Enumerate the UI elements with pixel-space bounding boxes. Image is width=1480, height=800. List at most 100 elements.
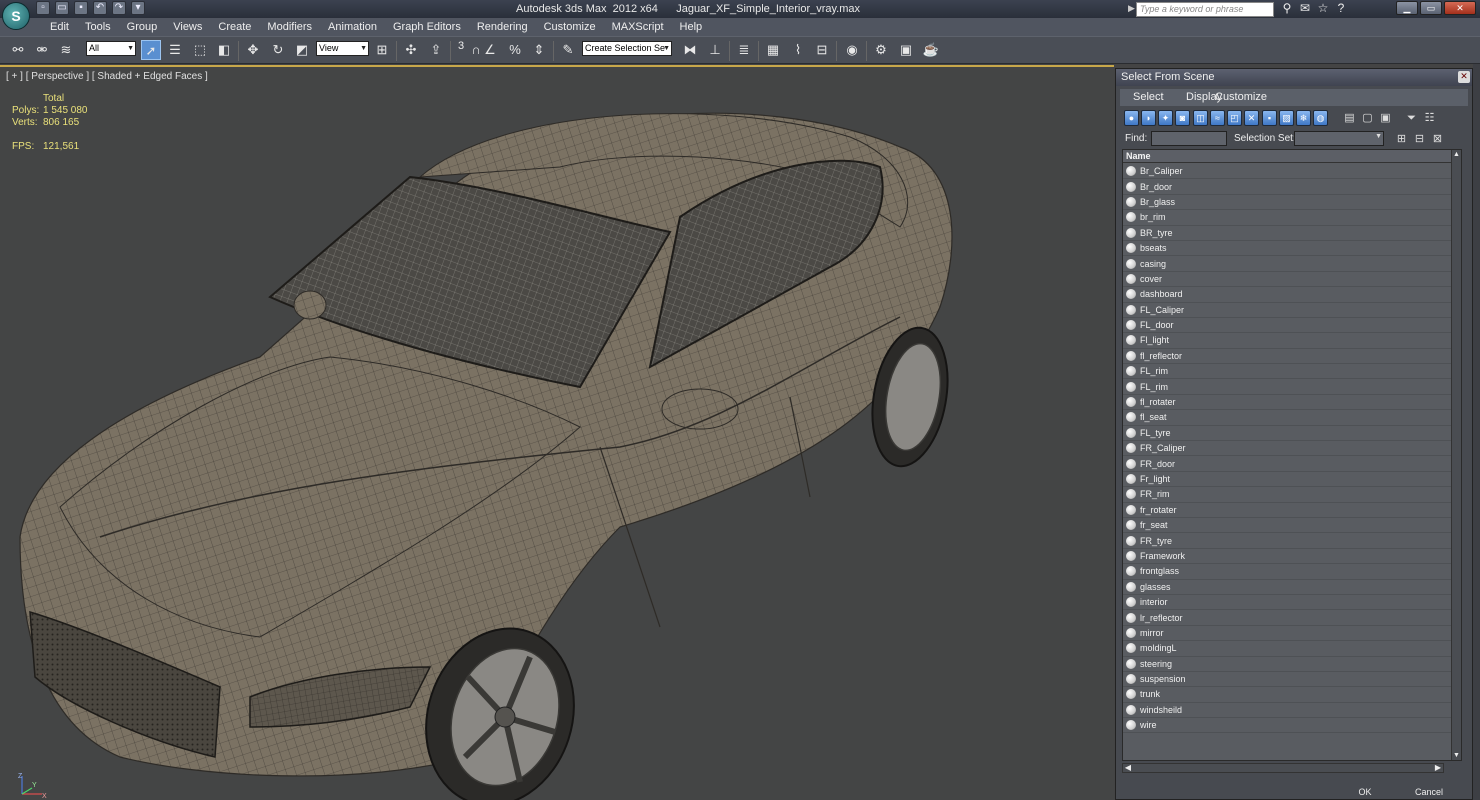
- perspective-viewport[interactable]: [ + ] [ Perspective ] [ Shaded + Edged F…: [0, 65, 1114, 800]
- list-item[interactable]: FL_Caliper: [1123, 303, 1452, 318]
- help-icon[interactable]: ?: [1334, 1, 1348, 16]
- list-item[interactable]: Framework: [1123, 549, 1452, 565]
- vertical-scrollbar[interactable]: ▲ ▼: [1451, 150, 1461, 760]
- list-item[interactable]: frontglass: [1123, 564, 1452, 580]
- list-item[interactable]: wire: [1123, 718, 1452, 734]
- list-item[interactable]: FR_rim: [1123, 487, 1452, 503]
- minimize-icon[interactable]: ▁: [1396, 1, 1418, 15]
- list-item[interactable]: fl_rotater: [1123, 395, 1452, 411]
- find-input[interactable]: [1151, 131, 1227, 146]
- binoculars-icon[interactable]: ⚲: [1280, 1, 1294, 16]
- list-item[interactable]: bseats: [1123, 241, 1452, 257]
- dialog-menu-select[interactable]: Select: [1133, 91, 1164, 103]
- list-item[interactable]: Br_door: [1123, 179, 1452, 195]
- select-manipulate-icon[interactable]: ✣: [401, 40, 421, 60]
- spinner-snap-icon[interactable]: ⇕: [529, 40, 549, 60]
- list-item[interactable]: Br_Caliper: [1123, 164, 1452, 180]
- curve-editor-icon[interactable]: ⌇: [788, 40, 808, 60]
- close-icon[interactable]: ✕: [1444, 1, 1476, 15]
- save-icon[interactable]: ▪: [74, 1, 88, 15]
- scroll-down-icon[interactable]: ▼: [1452, 751, 1461, 760]
- menu-modifiers[interactable]: Modifiers: [259, 21, 320, 33]
- selection-set-dropdown[interactable]: [1294, 131, 1384, 146]
- list-item[interactable]: FL_door: [1123, 318, 1452, 334]
- list-item[interactable]: FL_tyre: [1123, 426, 1452, 442]
- render-setup-icon[interactable]: ⚙: [871, 40, 891, 60]
- filter-cameras-icon[interactable]: ◙: [1175, 110, 1190, 126]
- filter-spacewarps-icon[interactable]: ≈: [1210, 110, 1225, 126]
- graphite-tools-icon[interactable]: ▦: [763, 40, 783, 60]
- display-invert-icon[interactable]: ▣: [1378, 110, 1393, 126]
- dialog-menu-customize[interactable]: Customize: [1215, 91, 1267, 103]
- list-item[interactable]: steering: [1123, 657, 1452, 672]
- select-dependents-icon[interactable]: ⊟: [1412, 131, 1427, 147]
- project-folder-icon[interactable]: ▾: [131, 1, 145, 15]
- reference-coordinate-dropdown[interactable]: View: [316, 41, 369, 56]
- percent-snap-icon[interactable]: %: [505, 40, 525, 60]
- layer-manager-icon[interactable]: ≣: [734, 40, 754, 60]
- rendered-frame-window-icon[interactable]: ▣: [896, 40, 916, 60]
- select-all-icon[interactable]: ⊞: [1394, 131, 1409, 147]
- filter-helpers-icon[interactable]: ◫: [1193, 110, 1208, 126]
- list-item[interactable]: dashboard: [1123, 287, 1452, 303]
- open-icon[interactable]: ▭: [55, 1, 69, 15]
- ok-button[interactable]: OK: [1340, 785, 1390, 799]
- list-item[interactable]: FL_rim: [1123, 379, 1452, 395]
- car-wireframe-model[interactable]: [0, 67, 1114, 800]
- cancel-button[interactable]: Cancel: [1404, 785, 1454, 799]
- menu-edit[interactable]: Edit: [42, 21, 77, 33]
- rotate-icon[interactable]: ↻: [268, 40, 288, 60]
- filter-shapes-icon[interactable]: ◗: [1141, 110, 1156, 126]
- search-expand-icon[interactable]: ▶: [1128, 3, 1135, 14]
- list-item[interactable]: suspension: [1123, 672, 1452, 688]
- list-item[interactable]: fr_seat: [1123, 518, 1452, 534]
- rectangular-selection-icon[interactable]: ⬚: [190, 40, 210, 60]
- selection-filter-dropdown[interactable]: All: [86, 41, 136, 56]
- filter-frozen-icon[interactable]: ❄: [1296, 110, 1311, 126]
- communication-center-icon[interactable]: ✉: [1298, 1, 1312, 16]
- list-item[interactable]: Br_glass: [1123, 195, 1452, 211]
- mirror-icon[interactable]: ⧓: [680, 40, 700, 60]
- select-and-link-icon[interactable]: ⚯: [8, 40, 28, 60]
- list-item[interactable]: fr_rotater: [1123, 503, 1452, 518]
- scroll-left-icon[interactable]: ◀: [1123, 763, 1133, 772]
- filter-xrefs-icon[interactable]: ✕: [1244, 110, 1259, 126]
- filter-containers-icon[interactable]: ▨: [1279, 110, 1294, 126]
- list-item[interactable]: windsheild: [1123, 703, 1452, 719]
- menu-views[interactable]: Views: [165, 21, 210, 33]
- list-item[interactable]: br_rim: [1123, 210, 1452, 226]
- menu-tools[interactable]: Tools: [77, 21, 119, 33]
- scroll-up-icon[interactable]: ▲: [1452, 150, 1461, 159]
- select-object-icon[interactable]: ➚: [141, 40, 161, 60]
- schematic-view-icon[interactable]: ⊟: [812, 40, 832, 60]
- favorites-star-icon[interactable]: ☆: [1316, 1, 1330, 16]
- list-item[interactable]: Fl_light: [1123, 333, 1452, 349]
- redo-icon[interactable]: ↷: [112, 1, 126, 15]
- filter-funnel-icon[interactable]: ⏷: [1404, 110, 1419, 126]
- filter-hidden-icon[interactable]: ◍: [1313, 110, 1328, 126]
- list-item[interactable]: mirror: [1123, 626, 1452, 642]
- list-item[interactable]: lr_reflector: [1123, 610, 1452, 626]
- material-editor-icon[interactable]: ◉: [842, 40, 862, 60]
- horizontal-scrollbar[interactable]: ◀ ▶: [1122, 763, 1444, 773]
- filter-options-icon[interactable]: ☷: [1422, 110, 1437, 126]
- menu-customize[interactable]: Customize: [536, 21, 604, 33]
- list-item[interactable]: cover: [1123, 272, 1452, 288]
- named-selection-dropdown[interactable]: Create Selection Se: [582, 41, 672, 56]
- filter-groups-icon[interactable]: ◰: [1227, 110, 1242, 126]
- render-production-icon[interactable]: ☕: [921, 40, 941, 60]
- select-by-name-icon[interactable]: ☰: [165, 40, 185, 60]
- scale-icon[interactable]: ◩: [292, 40, 312, 60]
- list-item[interactable]: BR_tyre: [1123, 226, 1452, 241]
- snap-toggle-label[interactable]: 3: [458, 40, 464, 52]
- application-button[interactable]: S: [2, 2, 30, 30]
- list-item[interactable]: trunk: [1123, 687, 1452, 703]
- list-item[interactable]: Fr_light: [1123, 472, 1452, 488]
- menu-help[interactable]: Help: [672, 21, 711, 33]
- filter-bones-icon[interactable]: ▪: [1262, 110, 1277, 126]
- select-children-icon[interactable]: ⊠: [1430, 131, 1445, 147]
- menu-rendering[interactable]: Rendering: [469, 21, 536, 33]
- keyboard-shortcut-icon[interactable]: ⇪: [426, 40, 446, 60]
- list-item[interactable]: FR_door: [1123, 456, 1452, 472]
- menu-group[interactable]: Group: [119, 21, 166, 33]
